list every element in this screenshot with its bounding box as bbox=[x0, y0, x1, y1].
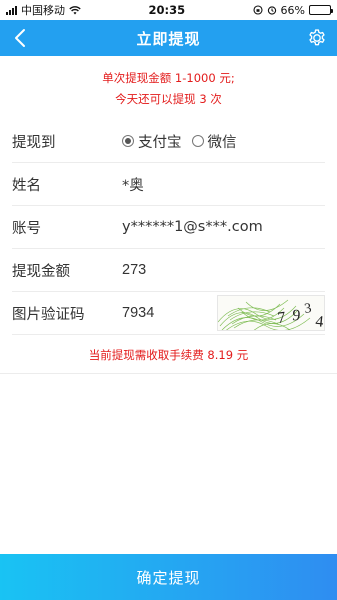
withdraw-notice: 单次提现金额 1-1000 元; 今天还可以提现 3 次 bbox=[0, 56, 337, 110]
status-time: 20:35 bbox=[148, 3, 186, 17]
payment-method-group: 支付宝 微信 bbox=[122, 131, 237, 152]
name-label: 姓名 bbox=[12, 177, 41, 194]
row-amount: 提现金额 bbox=[12, 249, 325, 292]
radio-wechat-label: 微信 bbox=[207, 134, 237, 151]
row-withdraw-to: 提现到 支付宝 微信 bbox=[12, 120, 325, 163]
carrier-label: 中国移动 bbox=[21, 4, 65, 17]
gear-icon bbox=[309, 29, 325, 46]
settings-button[interactable] bbox=[305, 26, 329, 50]
status-left: 中国移动 bbox=[6, 2, 81, 18]
captcha-graphic: 7 9 3 4 bbox=[218, 296, 324, 330]
radio-alipay-label: 支付宝 bbox=[138, 134, 182, 151]
radio-wechat[interactable]: 微信 bbox=[191, 131, 237, 152]
withdraw-to-label: 提现到 bbox=[12, 134, 56, 151]
chevron-left-icon bbox=[15, 29, 25, 47]
battery-icon bbox=[309, 5, 333, 15]
notice-limit: 单次提现金额 1-1000 元; bbox=[102, 71, 235, 85]
name-value: *奥 bbox=[122, 177, 144, 194]
confirm-withdraw-button[interactable]: 确定提现 bbox=[0, 554, 337, 600]
battery-percent: 66% bbox=[280, 3, 305, 17]
account-label: 账号 bbox=[12, 220, 41, 237]
captcha-image[interactable]: 7 9 3 4 bbox=[217, 295, 325, 331]
row-account: 账号 y******1@s***.com bbox=[12, 206, 325, 249]
amount-input[interactable] bbox=[122, 262, 212, 278]
radio-dot-alipay[interactable] bbox=[122, 135, 134, 147]
wifi-icon bbox=[69, 5, 81, 14]
captcha-label: 图片验证码 bbox=[12, 306, 85, 323]
amount-label: 提现金额 bbox=[12, 263, 70, 280]
nav-bar: 立即提现 bbox=[0, 20, 337, 56]
fee-notice: 当前提现需收取手续费 8.19 元 bbox=[0, 335, 337, 374]
status-right: 66% bbox=[252, 3, 333, 17]
orientation-lock-icon bbox=[252, 5, 263, 15]
notice-remaining: 今天还可以提现 3 次 bbox=[115, 92, 222, 106]
back-button[interactable] bbox=[8, 26, 32, 50]
captcha-input[interactable] bbox=[122, 305, 212, 321]
page-title: 立即提现 bbox=[136, 29, 201, 48]
withdraw-form: 提现到 支付宝 微信 姓名 *奥 账号 y******1@s***.com 提现… bbox=[0, 120, 337, 335]
account-value: y******1@s***.com bbox=[122, 219, 263, 235]
captcha-char-2: 9 bbox=[292, 307, 301, 325]
signal-icon bbox=[6, 5, 17, 15]
alarm-icon bbox=[267, 6, 276, 15]
row-captcha: 图片验证码 7934 7 9 3 4 bbox=[12, 292, 325, 335]
status-bar: 中国移动 20:35 66% bbox=[0, 0, 337, 20]
radio-alipay[interactable]: 支付宝 bbox=[122, 131, 182, 152]
row-name: 姓名 *奥 bbox=[12, 163, 325, 206]
radio-dot-wechat[interactable] bbox=[191, 135, 204, 147]
